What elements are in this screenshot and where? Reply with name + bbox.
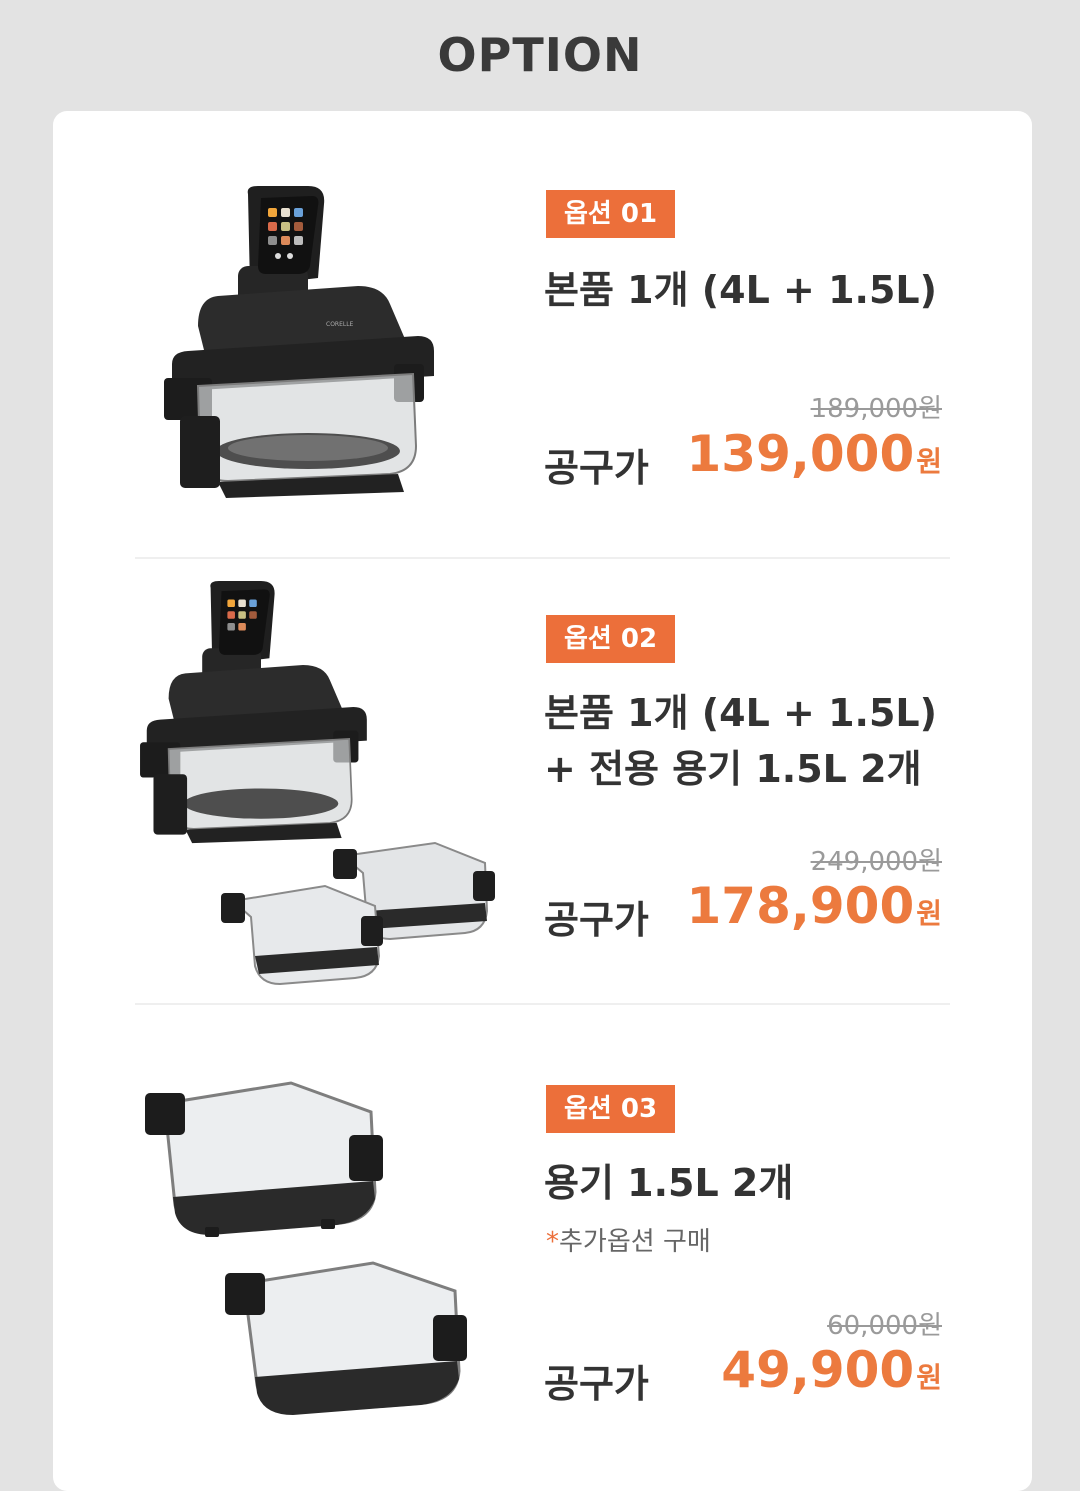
page-header: OPTION (0, 0, 1080, 110)
group-price: 49,900원 (721, 1341, 942, 1399)
option-name-line2: + 전용 용기 1.5L 2개 (544, 747, 922, 791)
group-price: 139,000원 (687, 425, 943, 483)
price-label: 공구가 (544, 898, 649, 942)
option-name: 본품 1개 (4L + 1.5L) (544, 691, 937, 735)
glass-container-bottom (225, 1261, 467, 1415)
glass-container-front (221, 884, 383, 986)
price-currency: 원 (916, 1361, 942, 1394)
price-value: 178,900 (686, 877, 915, 935)
option-03[interactable]: 옵션 03 용기 1.5L 2개 *추가옵션 구매 60,000원 공구가 49… (53, 1005, 1032, 1440)
options-card: CORELLE 옵션 01 본품 1개 (4L + 1.5L) 189,000원… (53, 111, 1032, 1491)
original-price: 189,000원 (810, 394, 942, 424)
option-name: 용기 1.5L 2개 (544, 1161, 794, 1205)
option-01[interactable]: CORELLE 옵션 01 본품 1개 (4L + 1.5L) 189,000원… (53, 111, 1032, 556)
note-asterisk: * (546, 1227, 559, 1257)
option-note: *추가옵션 구매 (546, 1221, 711, 1258)
group-price: 178,900원 (687, 877, 943, 935)
option-badge: 옵션 03 (546, 1085, 676, 1133)
price-currency: 원 (916, 897, 942, 930)
note-text: 추가옵션 구매 (559, 1227, 711, 1257)
air-fryer-image: CORELLE (164, 186, 434, 498)
brand-logo: CORELLE (326, 321, 354, 328)
original-price: 249,000원 (810, 847, 942, 877)
glass-containers-image (145, 1081, 467, 1415)
price-label: 공구가 (544, 1362, 649, 1406)
page-title: OPTION (437, 28, 643, 82)
original-price: 60,000원 (827, 1311, 942, 1341)
glass-container-top (145, 1081, 383, 1237)
option-name: 본품 1개 (4L + 1.5L) (544, 268, 937, 312)
air-fryer-with-containers-image (140, 581, 495, 986)
price-label: 공구가 (544, 446, 649, 490)
option-badge: 옵션 01 (546, 190, 676, 238)
price-currency: 원 (916, 445, 942, 478)
option-02[interactable]: 옵션 02 본품 1개 (4L + 1.5L) + 전용 용기 1.5L 2개 … (53, 559, 1032, 1003)
price-value: 139,000 (686, 425, 915, 483)
option-badge: 옵션 02 (546, 615, 676, 663)
price-value: 49,900 (721, 1341, 915, 1399)
